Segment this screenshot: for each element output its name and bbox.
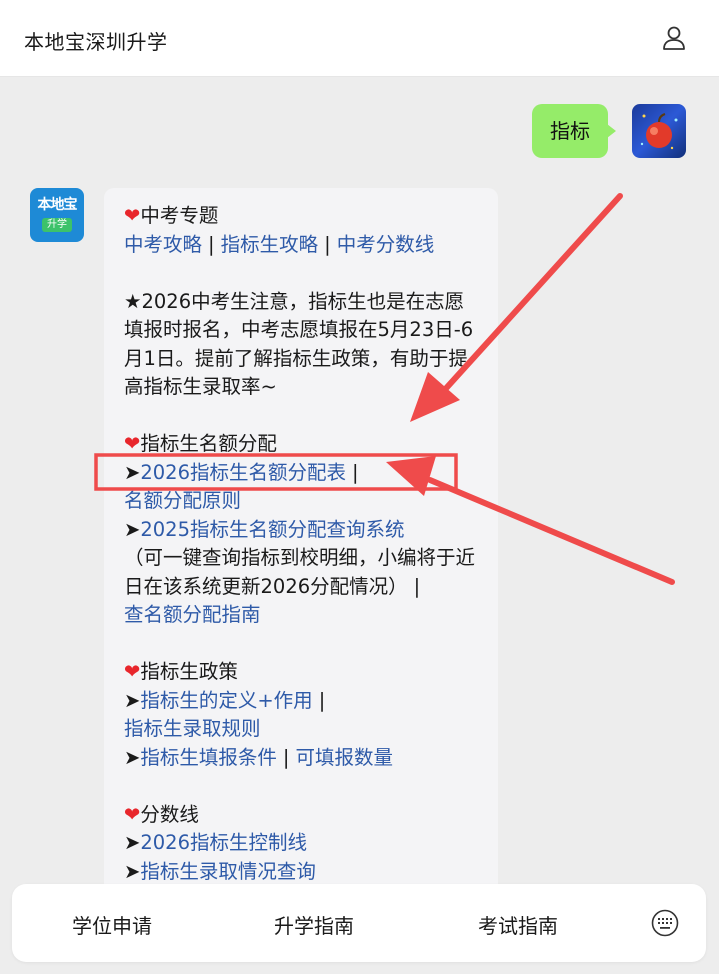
bot-avatar-line2: 升学 [42, 218, 72, 232]
bullet-icon: ➤ [124, 859, 141, 883]
quota-line-2: 名额分配原则 [124, 487, 480, 516]
link-quota-principles[interactable]: 名额分配原则 [124, 489, 241, 512]
link-policy-definition[interactable]: 指标生的定义+作用 [140, 689, 312, 712]
bot-message-bubble: ❤中考专题 中考攻略 | 指标生攻略 | 中考分数线 ★2026中考生注意，指标生也是在… [104, 188, 498, 908]
user-avatar [632, 104, 686, 158]
bot-message-content: ❤中考专题 中考攻略 | 指标生攻略 | 中考分数线 ★2026中考生注意，指标生也是在… [124, 202, 480, 886]
menu-item-exam-guide[interactable]: 考试指南 [478, 910, 558, 939]
header-bar: 本地宝深圳升学 [0, 0, 719, 77]
bot-avatar-line1: 本地宝 [37, 197, 78, 213]
quota-note: （可一键查询指标到校明细，小编将于近日在该系统更新2026分配情况） | [124, 546, 476, 598]
separator: | [351, 460, 359, 484]
scores-line-2: ➤指标生录取情况查询 [124, 858, 480, 887]
keyboard-icon[interactable] [650, 908, 680, 938]
zhongkao-links: 中考攻略 | 指标生攻略 | 中考分数线 [124, 231, 480, 260]
separator: | [282, 745, 290, 769]
heart-icon: ❤ [124, 660, 141, 683]
link-zhibiaosheng-gonglue[interactable]: 指标生攻略 [221, 233, 319, 256]
bullet-icon: ➤ [124, 517, 141, 541]
bullet-icon: ➤ [124, 745, 141, 769]
link-zhongkao-fenshuxian[interactable]: 中考分数线 [337, 233, 435, 256]
page-title: 本地宝深圳升学 [24, 30, 168, 54]
link-policy-conditions[interactable]: 指标生填报条件 [140, 746, 277, 769]
bullet-icon: ➤ [124, 831, 141, 854]
quota-line-4: 查名额分配指南 [124, 601, 480, 630]
link-policy-admission-rules[interactable]: 指标生录取规则 [124, 717, 261, 740]
section-heading-zhongkao: ❤中考专题 [124, 204, 219, 227]
section-heading-policy: ❤指标生政策 [124, 660, 238, 683]
link-quota-query-system-2025[interactable]: 2025指标生名额分配查询系统 [140, 518, 404, 541]
bullet-icon: ➤ [124, 460, 141, 484]
scores-line-1: ➤2026指标生控制线 [124, 829, 480, 858]
menu-item-admission-guide[interactable]: 升学指南 [274, 910, 354, 939]
bullet-icon: ➤ [124, 688, 141, 712]
link-quota-guide[interactable]: 查名额分配指南 [124, 603, 261, 626]
notice-text: ★2026中考生注意，指标生也是在志愿填报时报名，中考志愿填报在5月23日-6月… [124, 289, 474, 399]
menu-item-degree-application[interactable]: 学位申请 [72, 910, 152, 939]
policy-line-3: ➤指标生填报条件 | 可填报数量 [124, 744, 480, 773]
bot-avatar: 本地宝 升学 [30, 188, 84, 242]
separator: | [318, 688, 326, 712]
separator: | [413, 574, 421, 598]
heart-icon: ❤ [124, 802, 141, 826]
quota-line-3: ➤2025指标生名额分配查询系统 [124, 516, 480, 545]
link-zhongkao-gonglue[interactable]: 中考攻略 [124, 233, 202, 256]
policy-line-2: 指标生录取规则 [124, 715, 480, 744]
section-heading-quota: ❤指标生名额分配 [124, 432, 277, 455]
heart-icon: ❤ [124, 204, 141, 227]
separator: | [208, 232, 215, 256]
user-message-bubble: 指标 [532, 104, 616, 158]
bottom-menu: 学位申请 升学指南 考试指南 [12, 884, 706, 962]
link-policy-quantity[interactable]: 可填报数量 [295, 746, 393, 769]
separator: | [324, 232, 331, 256]
link-control-line-2026[interactable]: 2026指标生控制线 [140, 831, 307, 854]
heart-icon: ❤ [124, 432, 141, 455]
link-quota-table-2026[interactable]: 2026指标生名额分配表 [140, 461, 346, 484]
user-icon[interactable] [660, 24, 688, 52]
quota-line-1: ➤2026指标生名额分配表 | [124, 459, 480, 488]
chat-page: 本地宝深圳升学 指标 本地宝 升学 ❤中考专题 中考攻略 | 指标生攻略 | 中… [0, 0, 719, 974]
link-admission-query[interactable]: 指标生录取情况查询 [140, 860, 316, 883]
policy-line-1: ➤指标生的定义+作用 | [124, 687, 480, 716]
apple-avatar-icon [640, 113, 678, 150]
section-heading-scores: ❤分数线 [124, 802, 199, 826]
